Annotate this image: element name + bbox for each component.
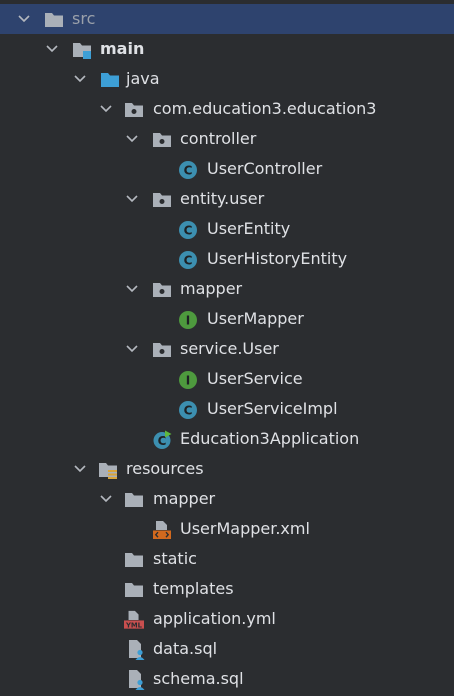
tree-node-templates[interactable]: templates [0, 574, 454, 604]
chevron-down-icon[interactable] [44, 41, 60, 57]
tree-node-user-service[interactable]: I UserService [0, 364, 454, 394]
tree-node-label: src [72, 9, 96, 28]
source-root-folder-icon [73, 43, 91, 59]
class-icon: C [179, 221, 197, 239]
package-icon [153, 133, 171, 147]
package-icon [153, 193, 171, 207]
interface-icon: I [179, 311, 197, 329]
sql-file-icon [129, 640, 145, 660]
tree-node-resources[interactable]: resources [0, 454, 454, 484]
tree-node-entity-user[interactable]: entity.user [0, 184, 454, 214]
chevron-down-icon[interactable] [124, 191, 140, 207]
tree-node-label: mapper [180, 279, 243, 298]
chevron-down-icon[interactable] [124, 341, 140, 357]
tree-node-label: service.User [180, 339, 279, 358]
chevron-down-icon[interactable] [124, 281, 140, 297]
tree-node-src[interactable]: src [0, 4, 454, 34]
tree-node-label: schema.sql [153, 669, 244, 688]
class-icon: C [179, 401, 197, 419]
chevron-down-icon[interactable] [72, 71, 88, 87]
tree-node-label: java [126, 69, 160, 88]
package-icon [153, 283, 171, 297]
folder-icon [125, 493, 143, 507]
tree-node-mapper-package[interactable]: mapper [0, 274, 454, 304]
tree-node-mapper-folder[interactable]: mapper [0, 484, 454, 514]
tree-node-label: UserServiceImpl [207, 399, 338, 418]
spring-boot-class-icon: C [153, 430, 172, 449]
package-icon [125, 103, 143, 117]
svg-text:C: C [184, 253, 193, 267]
tree-node-data-sql[interactable]: data.sql [0, 634, 454, 664]
tree-node-label: UserHistoryEntity [207, 249, 348, 268]
chevron-down-icon[interactable] [72, 461, 88, 477]
tree-node-label: main [100, 39, 145, 58]
xml-file-icon [153, 521, 171, 539]
chevron-down-icon[interactable] [124, 131, 140, 147]
tree-node-label: UserEntity [207, 219, 291, 238]
tree-node-label: static [153, 549, 197, 568]
svg-text:I: I [186, 313, 190, 327]
class-icon: C [179, 251, 197, 269]
svg-text:YML: YML [125, 621, 143, 629]
tree-node-label: UserMapper [207, 309, 304, 328]
tree-node-education3-application[interactable]: C Education3Application [0, 424, 454, 454]
sql-file-icon [129, 670, 145, 690]
tree-node-user-history-entity[interactable]: C UserHistoryEntity [0, 244, 454, 274]
folder-icon [45, 13, 63, 27]
tree-node-controller[interactable]: controller [0, 124, 454, 154]
tree-node-user-mapper[interactable]: I UserMapper [0, 304, 454, 334]
tree-node-user-controller[interactable]: C UserController [0, 154, 454, 184]
tree-node-static[interactable]: static [0, 544, 454, 574]
resources-folder-icon [99, 463, 117, 479]
tree-node-application-yml[interactable]: YML application.yml [0, 604, 454, 634]
interface-icon: I [179, 371, 197, 389]
tree-node-label: application.yml [153, 609, 276, 628]
chevron-down-icon[interactable] [98, 101, 114, 117]
tree-node-label: UserController [207, 159, 323, 178]
tree-node-label: mapper [153, 489, 216, 508]
svg-text:C: C [184, 403, 193, 417]
tree-node-service-user[interactable]: service.User [0, 334, 454, 364]
tree-node-label: entity.user [180, 189, 265, 208]
tree-node-label: Education3Application [180, 429, 360, 448]
tree-node-user-entity[interactable]: C UserEntity [0, 214, 454, 244]
tree-node-user-mapper-xml[interactable]: UserMapper.xml [0, 514, 454, 544]
svg-text:I: I [186, 373, 190, 387]
tree-node-package-root[interactable]: com.education3.education3 [0, 94, 454, 124]
tree-node-label: data.sql [153, 639, 218, 658]
tree-node-schema-sql[interactable]: schema.sql [0, 664, 454, 694]
class-icon: C [179, 161, 197, 179]
tree-node-java[interactable]: java [0, 64, 454, 94]
tree-node-label: controller [180, 129, 257, 148]
tree-node-main[interactable]: main [0, 34, 454, 64]
tree-node-label: templates [153, 579, 234, 598]
yml-file-icon: YML [124, 610, 144, 629]
folder-icon [125, 553, 143, 567]
project-tree: src main java com.education3.education3 … [0, 0, 454, 696]
chevron-down-icon[interactable] [16, 11, 32, 27]
tree-node-label: UserService [207, 369, 303, 388]
tree-node-label: UserMapper.xml [180, 519, 310, 538]
tree-node-label: com.education3.education3 [153, 99, 377, 118]
chevron-down-icon[interactable] [98, 491, 114, 507]
svg-text:C: C [184, 223, 193, 237]
package-icon [153, 343, 171, 357]
svg-text:C: C [184, 163, 193, 177]
tree-node-user-service-impl[interactable]: C UserServiceImpl [0, 394, 454, 424]
java-sources-folder-icon [101, 73, 119, 87]
tree-node-label: resources [126, 459, 204, 478]
folder-icon [125, 583, 143, 597]
